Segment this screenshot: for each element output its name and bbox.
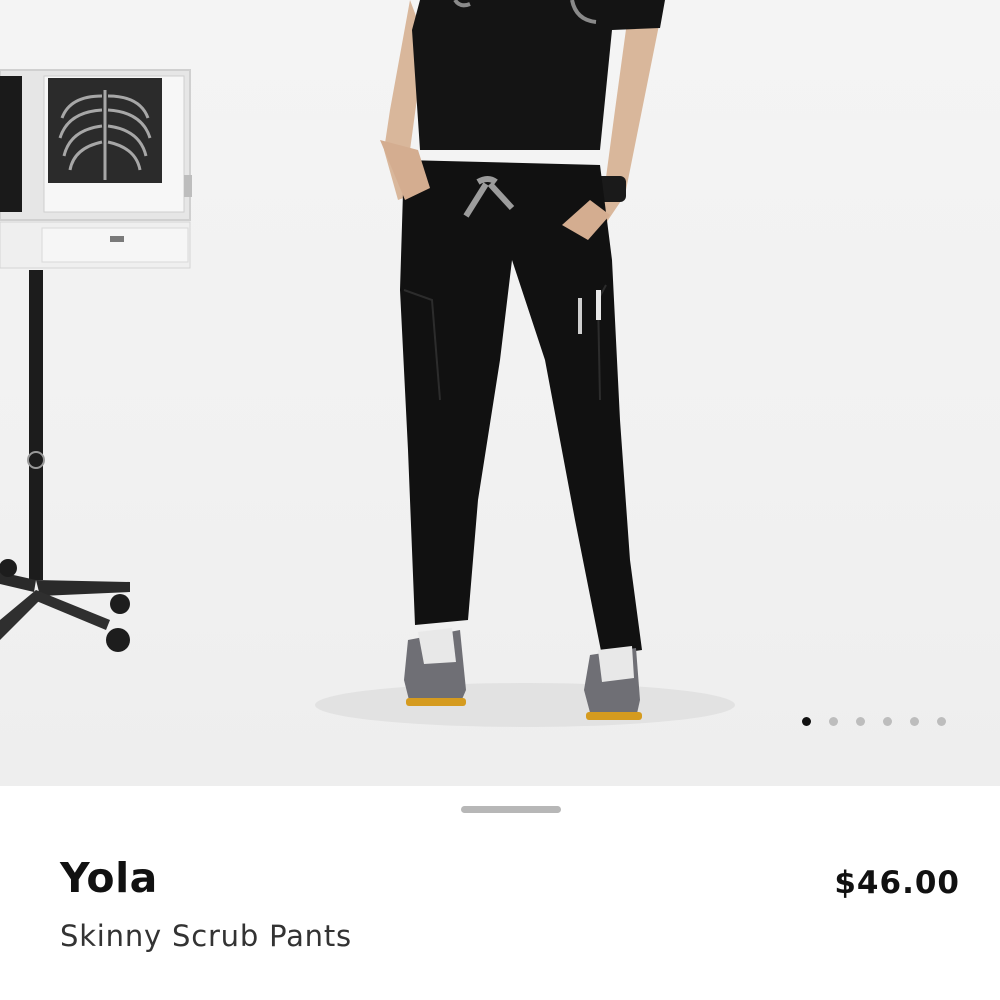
product-price: $46.00 [834, 865, 960, 901]
product-subtitle: Skinny Scrub Pants [60, 919, 352, 953]
right-sneaker [584, 646, 642, 720]
product-image-carousel[interactable] [0, 0, 1000, 786]
model-figure [380, 0, 665, 720]
carousel-dot-6[interactable] [937, 717, 946, 726]
carousel-pagination [802, 717, 946, 726]
xray-lightbox [0, 69, 192, 652]
product-name: Yola [60, 854, 158, 902]
sheet-drag-handle[interactable] [461, 806, 561, 813]
left-sneaker [404, 628, 466, 706]
carousel-dot-1[interactable] [802, 717, 811, 726]
product-photo [0, 0, 735, 727]
carousel-dot-4[interactable] [883, 717, 892, 726]
product-info-sheet: Yola Skinny Scrub Pants $46.00 [0, 786, 1000, 1000]
carousel-dot-5[interactable] [910, 717, 919, 726]
product-detail-screen: Yola Skinny Scrub Pants $46.00 [0, 0, 1000, 1000]
carousel-dot-2[interactable] [829, 717, 838, 726]
carousel-dot-3[interactable] [856, 717, 865, 726]
